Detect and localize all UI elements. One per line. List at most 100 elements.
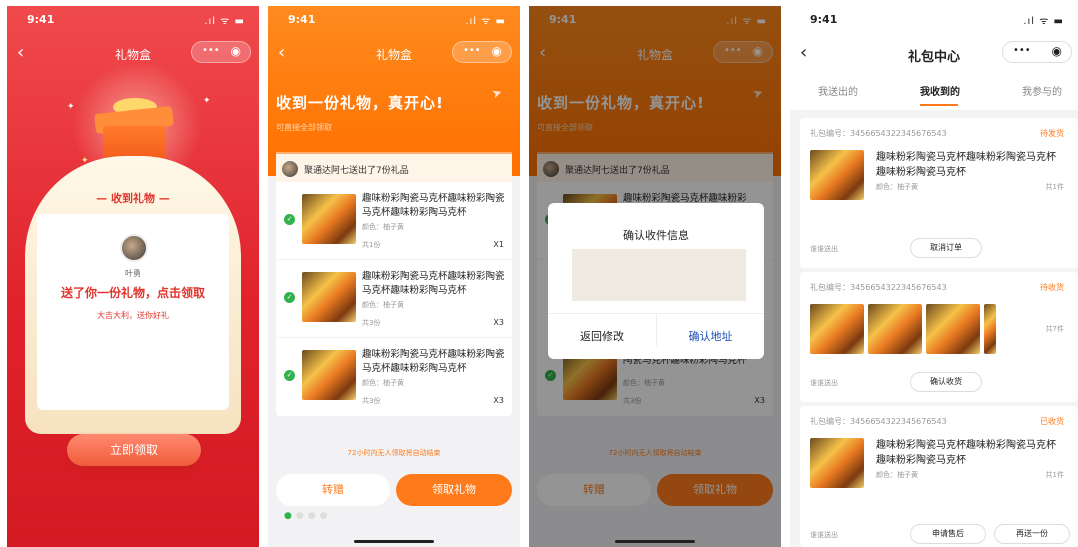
- gift-card: — 收到礼物 — 叶勇 送了你一份礼物，点击领取 大吉大利，送你好礼: [25, 156, 241, 434]
- item-color: 颜色：柚子黄: [362, 223, 404, 231]
- product-image: [810, 304, 864, 354]
- confirm-receipt-button[interactable]: 确认收货: [910, 372, 982, 392]
- item-color: 颜色：柚子黄: [362, 301, 404, 309]
- item-qty: 共1件: [1045, 183, 1064, 191]
- nav-bar: ‹ 礼物盒 ••• ◉: [7, 38, 259, 68]
- mini-program-capsule[interactable]: ••• ◉: [191, 41, 251, 63]
- sparkle-icon: ✦: [67, 102, 75, 112]
- sender-row: 聚通达阿七送出了7份礼品: [276, 152, 512, 182]
- list-item[interactable]: ✓ 趣味粉彩陶瓷马克杯趣味粉彩陶瓷马克杯趣味粉彩陶马克杯 颜色：柚子黄 共1份 …: [276, 184, 512, 260]
- product-image: [302, 194, 356, 244]
- more-dots-icon[interactable]: •••: [463, 45, 481, 56]
- item-count: 共3份: [362, 397, 381, 405]
- mini-program-capsule[interactable]: ••• ◉: [452, 41, 512, 63]
- headline: 收到一份礼物，真开心!: [276, 94, 444, 112]
- received-gift-label: — 收到礼物 —: [96, 192, 170, 205]
- transfer-button[interactable]: 转赠: [276, 474, 390, 506]
- page-indicator: ●●●●: [284, 511, 332, 521]
- wish-text: 大吉大利，送你好礼: [97, 311, 169, 320]
- item-count: 共3份: [362, 319, 381, 327]
- nav-bar: ‹ 礼物盒 ••• ◉: [268, 38, 520, 68]
- list-item[interactable]: ✓ 趣味粉彩陶瓷马克杯趣味粉彩陶瓷马克杯趣味粉彩陶马克杯 颜色：柚子黄 共3份 …: [276, 262, 512, 338]
- timeout-note: 72小时内无人领取将自动结束: [347, 449, 441, 457]
- more-dots-icon[interactable]: •••: [1013, 45, 1031, 56]
- sparkle-icon: ✦: [203, 96, 211, 106]
- address-info-box: [572, 249, 746, 301]
- item-qty: X3: [493, 318, 504, 327]
- more-dots-icon[interactable]: •••: [202, 45, 220, 56]
- home-indicator: [354, 540, 434, 543]
- target-icon[interactable]: ◉: [1052, 44, 1062, 58]
- product-image: [810, 438, 864, 488]
- gift-list-card: 聚通达阿七送出了7份礼品 ✓ 趣味粉彩陶瓷马克杯趣味粉彩陶瓷马克杯趣味粉彩陶马克…: [276, 152, 512, 416]
- target-icon[interactable]: ◉: [492, 44, 502, 58]
- sender-name: 叶勇: [125, 269, 141, 278]
- status-bar: 9:41 .ıl ᯤ ▬: [7, 12, 259, 28]
- list-item[interactable]: ✓ 趣味粉彩陶瓷马克杯趣味粉彩陶瓷马克杯趣味粉彩陶马克杯 颜色：柚子黄 共3份 …: [276, 340, 512, 416]
- product-image: [810, 150, 864, 200]
- cancel-order-button[interactable]: 取消订单: [910, 238, 982, 258]
- order-card[interactable]: 礼包编号：3456654322345676543 已收货 趣味粉彩陶瓷马克杯趣味…: [800, 406, 1078, 547]
- product-image: [302, 350, 356, 400]
- avatar: [282, 161, 298, 177]
- item-color: 颜色：柚子黄: [876, 183, 918, 191]
- order-number: 礼包编号：3456654322345676543: [810, 283, 947, 292]
- item-color: 颜色：柚子黄: [362, 379, 404, 387]
- item-name: 趣味粉彩陶瓷马克杯趣味粉彩陶瓷马克杯趣味粉彩陶马克杯: [362, 349, 505, 374]
- claim-now-button[interactable]: 立即领取: [67, 434, 201, 466]
- status-icons: .ıl ᯤ ▬: [1023, 16, 1064, 27]
- item-name: 趣味粉彩陶瓷马克杯趣味粉彩陶瓷马克杯趣味粉彩陶马克杯: [362, 193, 505, 218]
- back-to-edit-button[interactable]: 返回修改: [548, 328, 656, 344]
- status-time: 9:41: [288, 13, 316, 26]
- check-icon[interactable]: ✓: [284, 214, 295, 225]
- item-name: 趣味粉彩陶瓷马克杯趣味粉彩陶瓷马克杯趣味粉彩陶马克杯: [362, 271, 505, 296]
- gift-box-screen-dialog: 9:41 .ıl ᯤ ▬ ‹ 礼物盒 ••• ◉ 收到一份礼物，真开心! ➤ 可直…: [529, 6, 781, 547]
- gift-message: 送了你一份礼物，点击领取: [60, 286, 205, 300]
- order-card[interactable]: 礼包编号：3456654322345676543 待收货 共7件 谁谁送出 确认…: [800, 272, 1078, 402]
- gift-box-screen-list: 9:41 .ıl ᯤ ▬ ‹ 礼物盒 ••• ◉ 收到一份礼物，真开心! ➤ 可直…: [268, 6, 520, 547]
- after-sales-button[interactable]: 申请售后: [910, 524, 986, 544]
- status-time: 9:41: [810, 13, 838, 26]
- check-icon[interactable]: ✓: [284, 292, 295, 303]
- dialog-actions: 返回修改 确认地址: [548, 313, 764, 359]
- item-qty: X3: [493, 396, 504, 405]
- claim-gift-button[interactable]: 领取礼物: [396, 474, 512, 506]
- product-image: [302, 272, 356, 322]
- product-image: [868, 304, 922, 354]
- order-number: 礼包编号：3456654322345676543: [810, 417, 947, 426]
- tab-bar: 我送出的 我收到的 我参与的: [790, 72, 1078, 110]
- product-image: [984, 304, 996, 354]
- subtitle: 可直接全部领取: [276, 123, 332, 132]
- confirm-address-button[interactable]: 确认地址: [656, 314, 764, 346]
- gift-center-screen: 9:41 .ıl ᯤ ▬ ‹ 礼包中心 ••• ◉ 我送出的 我收到的 我参与的 …: [790, 6, 1078, 547]
- gift-box-icon: [94, 98, 174, 164]
- orange-header: [268, 6, 520, 176]
- item-qty: 共7件: [1045, 325, 1064, 333]
- send-again-button[interactable]: 再送一份: [994, 524, 1070, 544]
- order-card[interactable]: 礼包编号：3456654322345676543 待发货 趣味粉彩陶瓷马克杯趣味…: [800, 118, 1078, 268]
- dialog-title: 确认收件信息: [623, 229, 689, 242]
- gift-box-screen-red: 9:41 .ıl ᯤ ▬ ‹ 礼物盒 •••◉ ✦ ✦ ✦ ✧ — 收到礼物 —…: [7, 6, 259, 547]
- nav-bar: ‹ 礼包中心 ••• ◉: [790, 38, 1078, 68]
- avatar: [120, 234, 148, 262]
- sender-note: 谁谁送出: [810, 531, 838, 539]
- tab-received[interactable]: 我收到的: [920, 83, 960, 98]
- item-qty: X1: [493, 240, 504, 249]
- mini-program-capsule[interactable]: ••• ◉: [1002, 41, 1072, 63]
- item-name: 趣味粉彩陶瓷马克杯趣味粉彩陶瓷马克杯趣味粉彩陶瓷马克杯: [876, 152, 1056, 178]
- order-status: 待发货: [1040, 129, 1064, 138]
- item-count: 共1份: [362, 241, 381, 249]
- sender-note: 谁谁送出: [810, 379, 838, 387]
- tab-participated[interactable]: 我参与的: [1022, 83, 1062, 98]
- gift-letter: 叶勇 送了你一份礼物，点击领取 大吉大利，送你好礼: [37, 214, 229, 410]
- target-icon[interactable]: ◉: [231, 44, 241, 58]
- confirm-address-dialog: 确认收件信息 返回修改 确认地址: [548, 203, 764, 359]
- sender-note: 谁谁送出: [810, 245, 838, 253]
- tab-sent[interactable]: 我送出的: [818, 83, 858, 98]
- item-qty: 共1件: [1045, 471, 1064, 479]
- item-color: 颜色：柚子黄: [876, 471, 918, 479]
- check-icon[interactable]: ✓: [284, 370, 295, 381]
- status-time: 9:41: [27, 13, 55, 26]
- status-bar: 9:41 .ıl ᯤ ▬: [268, 12, 520, 28]
- status-icons: .ıl ᯤ ▬: [204, 16, 245, 27]
